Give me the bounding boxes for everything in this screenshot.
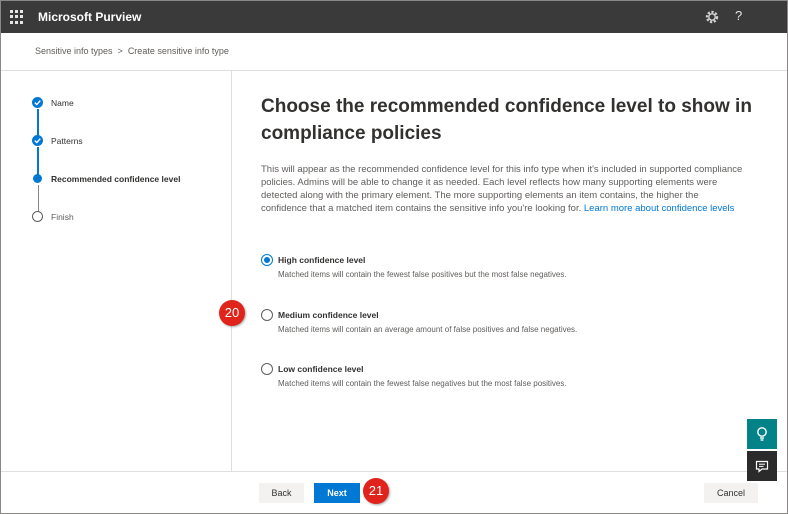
current-step-dot-icon — [33, 174, 42, 183]
app-launcher-icon[interactable] — [10, 10, 24, 24]
radio-high-confidence[interactable] — [261, 254, 273, 266]
step-recommended-confidence-level[interactable]: Recommended confidence level — [32, 173, 180, 184]
main-content: Choose the recommended confidence level … — [261, 93, 761, 388]
radio-low-confidence[interactable] — [261, 363, 273, 375]
description: This will appear as the recommended conf… — [261, 163, 746, 215]
empty-circle-icon — [32, 211, 43, 222]
breadcrumb-create-sensitive-info-type[interactable]: Create sensitive info type — [128, 46, 229, 56]
option-description: Matched items will contain the fewest fa… — [278, 270, 567, 279]
help-icon[interactable]: ? — [735, 8, 742, 23]
settings-icon[interactable] — [704, 9, 720, 25]
page-title: Choose the recommended confidence level … — [261, 96, 752, 144]
learn-more-link[interactable]: Learn more about confidence levels — [584, 203, 735, 214]
cancel-button[interactable]: Cancel — [704, 483, 758, 503]
footer-divider — [1, 471, 787, 472]
feedback-icon[interactable] — [747, 451, 777, 481]
step-label: Finish — [51, 211, 74, 222]
app-title: Microsoft Purview — [38, 10, 142, 24]
step-label: Name — [51, 97, 74, 108]
option-title[interactable]: Medium confidence level — [278, 310, 379, 320]
top-bar: Microsoft Purview ? — [1, 1, 787, 33]
option-title[interactable]: Low confidence level — [278, 364, 364, 374]
breadcrumb: Sensitive info types > Create sensitive in… — [35, 46, 229, 56]
breadcrumb-sensitive-info-types[interactable]: Sensitive info types — [35, 46, 113, 56]
radio-medium-confidence[interactable] — [261, 309, 273, 321]
app-window: Microsoft Purview ? Sensitive info types… — [0, 0, 788, 514]
breadcrumb-separator: > — [117, 46, 123, 56]
step-name[interactable]: Name — [32, 97, 74, 108]
option-description: Matched items will contain an average am… — [278, 325, 578, 334]
next-button[interactable]: Next — [314, 483, 360, 503]
step-label: Patterns — [51, 135, 83, 146]
option-description: Matched items will contain the fewest fa… — [278, 379, 567, 388]
step-finish[interactable]: Finish — [32, 211, 74, 222]
step-patterns[interactable]: Patterns — [32, 135, 83, 146]
lightbulb-icon[interactable] — [747, 419, 777, 449]
wizard-steps-panel: Name Patterns Recommended confidence lev… — [1, 71, 232, 471]
annotation-badge-21: 21 — [363, 478, 389, 504]
annotation-badge-20: 20 — [219, 300, 245, 326]
checkmark-icon — [32, 135, 43, 146]
option-title[interactable]: High confidence level — [278, 255, 365, 265]
step-label: Recommended confidence level — [51, 173, 181, 184]
back-button[interactable]: Back — [259, 483, 304, 503]
checkmark-icon — [32, 97, 43, 108]
